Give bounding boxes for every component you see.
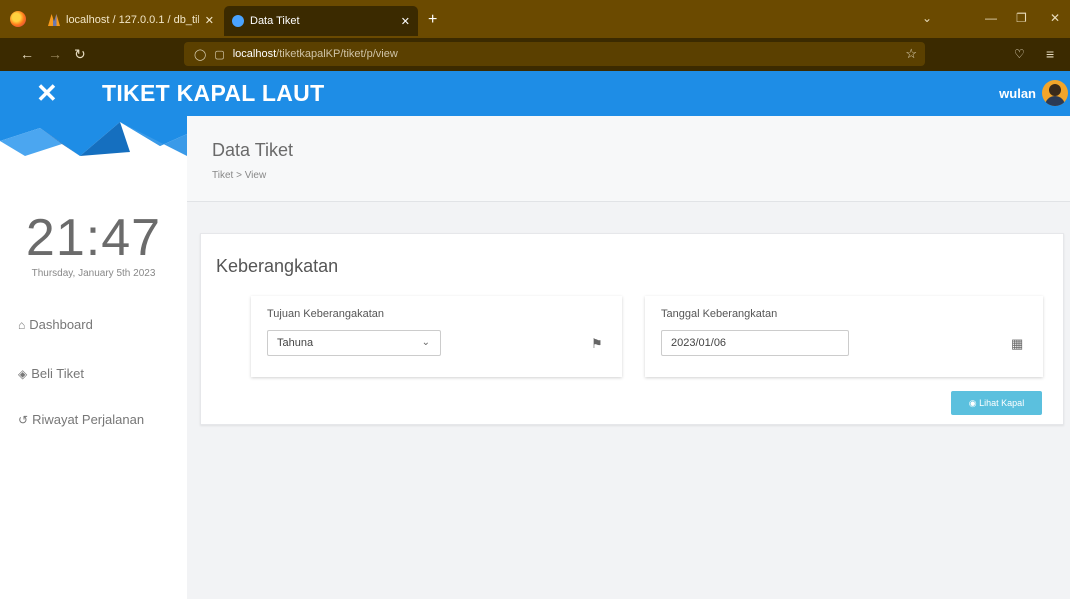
menu-icon[interactable]: ≡ (1046, 46, 1054, 62)
user-name[interactable]: wulan (999, 86, 1036, 101)
home-icon: ⌂ (18, 317, 26, 332)
sidebar-item-riwayat-perjalanan[interactable]: ↺ Riwayat Perjalanan (18, 412, 144, 427)
new-tab-icon[interactable]: + (428, 12, 437, 28)
url-host: localhost (232, 48, 277, 60)
phpmyadmin-icon (48, 14, 60, 26)
pocket-icon[interactable]: ♡ (1014, 46, 1025, 62)
restore-icon[interactable]: ❐ (1016, 11, 1027, 25)
destination-label: Tujuan Keberangakatan (267, 308, 385, 320)
bookmark-star-icon[interactable]: ☆ (905, 46, 917, 62)
close-icon[interactable]: ✕ (205, 14, 214, 27)
back-icon[interactable]: ← (20, 46, 34, 62)
browser-tabstrip: localhost / 127.0.0.1 / db_tiketk ✕ Data… (0, 0, 1070, 38)
tab-title: localhost / 127.0.0.1 / db_tiketk (66, 14, 199, 26)
sidebar-item-label: Dashboard (29, 317, 93, 332)
tab-list-chevron-icon[interactable]: ⌄ (922, 11, 932, 25)
shield-icon[interactable]: ◯ (194, 48, 206, 61)
sidebar-toggle-close-icon[interactable]: ✕ (36, 80, 58, 106)
breadcrumb: Tiket > View (212, 170, 267, 181)
page-title: Data Tiket (212, 140, 294, 160)
card-title: Keberangkatan (216, 256, 339, 276)
sidebar-banner (0, 116, 187, 186)
keberangkatan-card: Keberangkatan Tujuan Keberangakatan Tahu… (200, 233, 1064, 425)
date-value: 2023/01/06 (671, 337, 727, 349)
address-bar[interactable]: ◯ ▢ localhost/tiketkapalKP/tiket/p/view … (184, 42, 925, 66)
avatar[interactable] (1042, 80, 1068, 106)
date-panel: Tanggal Keberangkatan 2023/01/06 ▦ (645, 296, 1043, 377)
browser-navbar: ← → ↻ ◯ ▢ localhost/tiketkapalKP/tiket/p… (0, 38, 1070, 71)
reload-icon[interactable]: ↻ (74, 46, 86, 62)
sidebar-item-dashboard[interactable]: ⌂ Dashboard (18, 317, 93, 332)
window-close-icon[interactable]: ✕ (1050, 11, 1060, 25)
url-path: /tiketkapalKP/tiket/p/view (276, 48, 398, 60)
app-header: ✕ TIKET KAPAL LAUT wulan (0, 71, 1070, 116)
date-label: Tanggal Keberangkatan (661, 308, 778, 320)
destination-value: Tahuna (277, 337, 314, 349)
page-header: Data Tiket Tiket > View (187, 116, 1070, 202)
clock: 21:47 (25, 209, 162, 267)
departure-date-input[interactable]: 2023/01/06 (661, 330, 849, 356)
calendar-icon[interactable]: ▦ (1011, 336, 1023, 352)
chevron-down-icon: ⌄ (421, 337, 430, 348)
lihat-kapal-button[interactable]: ◉ Lihat Kapal (951, 391, 1042, 415)
tab-title: Data Tiket (250, 15, 300, 27)
destination-panel: Tujuan Keberangakatan Tahuna ⌄ ⚑ (251, 296, 622, 377)
sidebar-item-beli-tiket[interactable]: ◈ Beli Tiket (18, 366, 84, 381)
site-icon (232, 15, 244, 27)
sidebar-item-label: Beli Tiket (31, 366, 84, 381)
browser-tab-data-tiket[interactable]: Data Tiket ✕ (224, 6, 418, 36)
ticket-icon: ◈ (18, 366, 28, 381)
minimize-icon[interactable]: — (985, 11, 997, 25)
sidebar: 21:47 Thursday, January 5th 2023 ⌂ Dashb… (0, 116, 187, 599)
browser-tab-phpmyadmin[interactable]: localhost / 127.0.0.1 / db_tiketk ✕ (40, 6, 222, 34)
clock-date: Thursday, January 5th 2023 (31, 268, 156, 279)
lihat-kapal-label: Lihat Kapal (979, 398, 1025, 408)
destination-select[interactable]: Tahuna ⌄ (267, 330, 441, 356)
close-icon[interactable]: ✕ (401, 15, 410, 28)
forward-icon[interactable]: → (48, 46, 62, 62)
brand-title: TIKET KAPAL LAUT (102, 80, 325, 106)
eye-icon: ◉ (968, 398, 977, 408)
sidebar-item-label: Riwayat Perjalanan (32, 412, 145, 427)
history-icon: ↺ (18, 412, 29, 427)
page-icon: ▢ (214, 48, 225, 61)
firefox-icon[interactable] (10, 11, 26, 27)
flag-icon: ⚑ (591, 336, 603, 351)
